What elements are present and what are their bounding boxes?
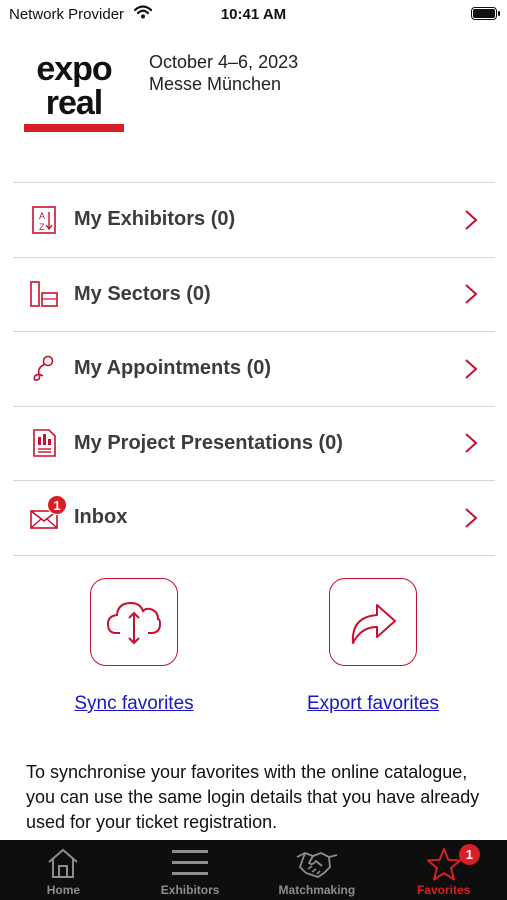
menu-label: My Sectors (0) xyxy=(74,282,211,305)
sync-info-text: To synchronise your favorites with the o… xyxy=(26,762,480,832)
menu-label: My Project Presentations (0) xyxy=(74,431,343,454)
export-favorites-button[interactable] xyxy=(329,578,417,666)
svg-text:real: real xyxy=(46,84,103,122)
tab-matchmaking[interactable]: Matchmaking xyxy=(254,840,381,900)
menu-item-my-exhibitors[interactable]: A Z My Exhibitors (0) xyxy=(13,183,495,258)
star-icon xyxy=(426,848,461,881)
tab-label: Matchmaking xyxy=(278,883,356,897)
menu-label: My Exhibitors (0) xyxy=(74,208,236,231)
menu-item-my-sectors[interactable]: My Sectors (0) xyxy=(13,258,495,332)
cloud-sync-icon xyxy=(106,601,162,645)
menu-item-inbox[interactable]: 1 Inbox xyxy=(13,481,495,556)
expo-real-logo: expo real xyxy=(24,52,124,132)
hamburger-icon xyxy=(172,850,209,875)
event-venue: Messe München xyxy=(149,74,282,94)
sectors-icon xyxy=(30,281,58,308)
menu-label: My Appointments (0) xyxy=(74,357,272,380)
chevron-right-icon xyxy=(465,210,478,230)
chevron-right-icon xyxy=(465,508,478,528)
event-date: October 4–6, 2023 xyxy=(149,52,299,72)
sync-favorites-link[interactable]: Sync favorites xyxy=(74,693,193,715)
home-icon xyxy=(48,848,79,878)
battery-icon xyxy=(471,7,500,20)
menu-item-my-appointments[interactable]: My Appointments (0) xyxy=(13,332,495,407)
presentation-icon xyxy=(33,429,56,458)
tab-bar: Home Exhibitors Matchmaking 1 Favorites xyxy=(0,840,507,900)
inbox-badge: 1 xyxy=(47,495,67,515)
status-bar: Network Provider 10:41 AM xyxy=(0,0,507,30)
sync-favorites-action: Sync favorites xyxy=(34,578,234,715)
favorites-badge: 1 xyxy=(458,844,480,865)
tab-label: Favorites xyxy=(416,883,471,897)
event-header: expo real October 4–6, 2023 Messe Münche… xyxy=(24,50,494,140)
chevron-right-icon xyxy=(465,433,478,453)
svg-text:A: A xyxy=(39,211,45,221)
tab-exhibitors[interactable]: Exhibitors xyxy=(127,840,254,900)
chevron-right-icon xyxy=(465,284,478,304)
tab-label: Home xyxy=(46,883,81,897)
status-time: 10:41 AM xyxy=(220,6,287,23)
handshake-icon xyxy=(296,852,338,878)
export-favorites-action: Export favorites xyxy=(273,578,473,715)
svg-text:Z: Z xyxy=(39,222,45,232)
menu-item-my-project-presentations[interactable]: My Project Presentations (0) xyxy=(13,407,495,481)
az-list-icon: A Z xyxy=(32,205,56,234)
menu-label: Inbox xyxy=(74,506,128,529)
export-favorites-link[interactable]: Export favorites xyxy=(307,693,439,715)
sync-favorites-button[interactable] xyxy=(90,578,178,666)
appointment-icon xyxy=(33,355,54,381)
svg-text:expo: expo xyxy=(36,52,112,88)
share-arrow-icon xyxy=(351,604,396,644)
tab-favorites[interactable]: 1 Favorites xyxy=(380,840,507,900)
chevron-right-icon xyxy=(465,359,478,379)
tab-label: Exhibitors xyxy=(160,883,220,897)
tab-home[interactable]: Home xyxy=(0,840,127,900)
favorites-menu: A Z My Exhibitors (0) My Sectors (0) My … xyxy=(13,182,495,556)
